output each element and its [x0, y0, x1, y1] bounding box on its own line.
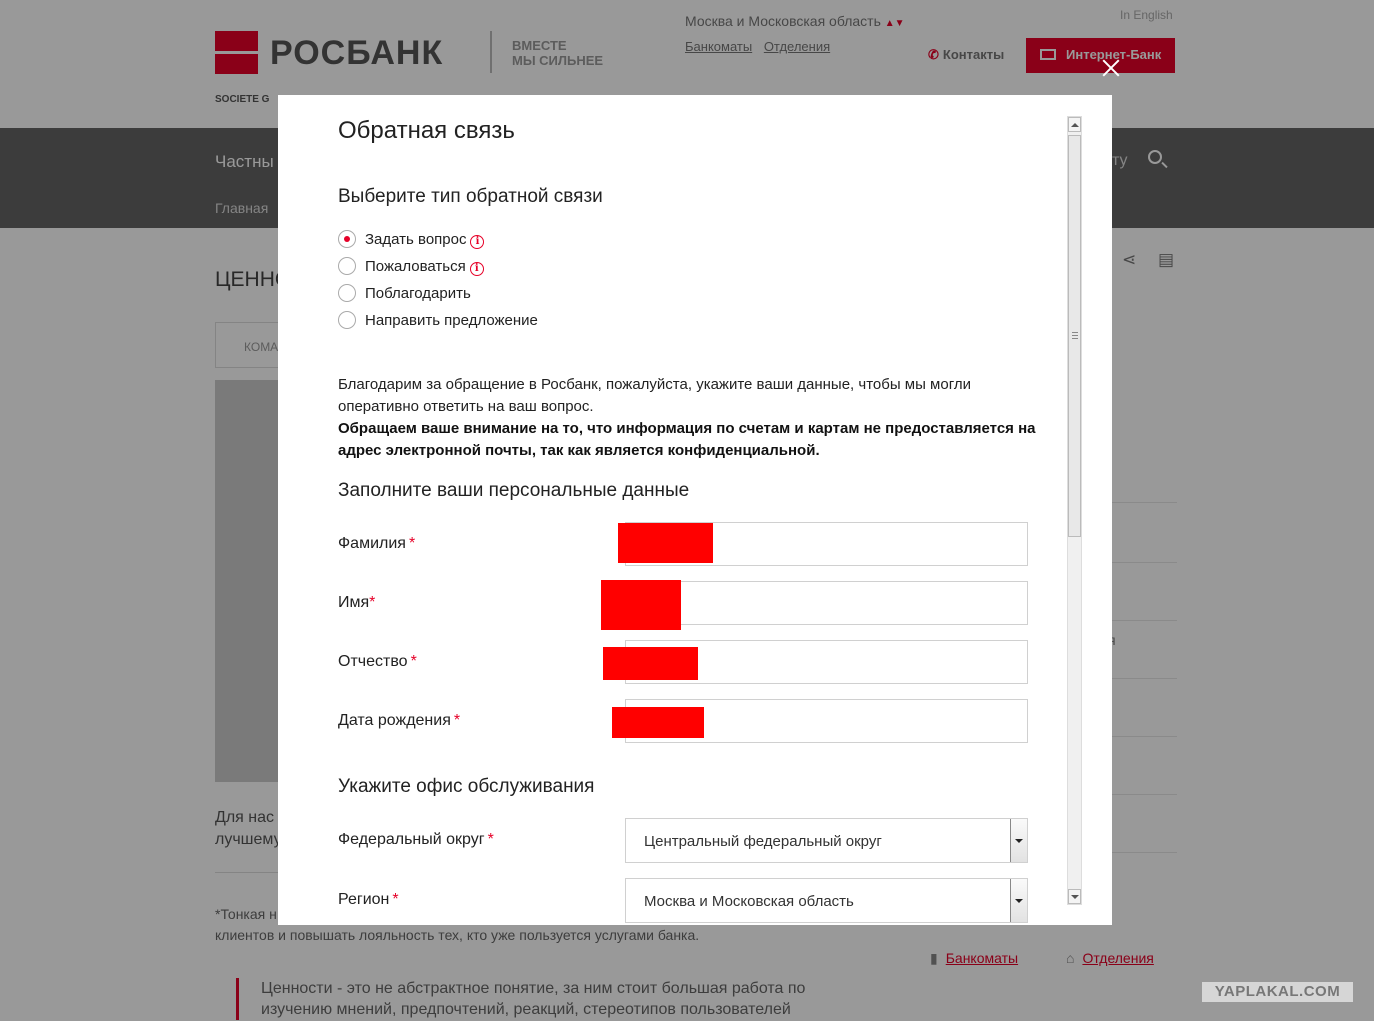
radio-label: Пожаловаться	[365, 258, 466, 275]
redaction-mark	[612, 707, 704, 738]
scroll-thumb[interactable]	[1068, 135, 1081, 537]
chevron-down-icon[interactable]	[1010, 819, 1027, 862]
feedback-type-heading: Выберите тип обратной связи	[338, 186, 603, 207]
required-mark: *	[410, 653, 417, 670]
federal-district-label: Федеральный округ *	[338, 831, 494, 849]
radio-label: Направить предложение	[365, 312, 538, 329]
modal-title: Обратная связь	[338, 117, 515, 144]
radio-label-wrap: Пожаловаться i	[365, 258, 484, 276]
warning-note: Обращаем ваше внимание на то, что информ…	[338, 420, 1036, 459]
close-icon[interactable]	[1099, 56, 1123, 80]
last-name-label-text: Фамилия	[338, 535, 406, 552]
birth-date-label: Дата рождения *	[338, 712, 460, 730]
first-name-input[interactable]: н	[625, 581, 1028, 625]
office-heading: Укажите офис обслуживания	[338, 776, 595, 797]
region-value: Москва и Московская область	[644, 893, 854, 910]
info-icon[interactable]: i	[470, 235, 485, 249]
scroll-down-arrow-icon[interactable]	[1068, 889, 1081, 904]
watermark: YAPLAKAL.COM	[1201, 981, 1354, 1003]
radio-button[interactable]	[338, 257, 356, 275]
region-label-text: Регион	[338, 891, 390, 908]
first-name-label: Имя*	[338, 594, 375, 612]
patronymic-label: Отчество *	[338, 653, 417, 671]
required-mark: *	[408, 535, 416, 552]
grip-icon	[1072, 332, 1078, 339]
radio-button[interactable]	[338, 230, 356, 248]
required-mark: *	[369, 594, 376, 611]
modal-scrollbar[interactable]	[1067, 116, 1082, 905]
birth-date-label-text: Дата рождения	[338, 712, 451, 729]
scroll-up-arrow-icon[interactable]	[1068, 117, 1081, 132]
first-name-label-text: Имя	[338, 594, 370, 611]
required-mark: *	[487, 831, 494, 848]
info-icon[interactable]: i	[469, 262, 484, 276]
radio-label: Задать вопрос	[365, 231, 467, 248]
required-mark: *	[453, 712, 461, 729]
federal-district-select[interactable]: Центральный федеральный округ	[625, 818, 1028, 863]
redaction-mark	[603, 647, 698, 680]
patronymic-label-text: Отчество	[338, 653, 408, 670]
required-mark: *	[392, 891, 399, 908]
radio-button[interactable]	[338, 284, 356, 302]
region-select[interactable]: Москва и Московская область	[625, 878, 1028, 923]
info-note: Благодарим за обращение в Росбанк, пожал…	[338, 376, 971, 415]
federal-district-label-text: Федеральный округ	[338, 831, 485, 848]
radio-label: Поблагодарить	[365, 285, 471, 302]
redaction-mark	[618, 523, 713, 563]
region-label: Регион *	[338, 891, 399, 909]
redaction-mark	[601, 580, 681, 630]
radio-button[interactable]	[338, 311, 356, 329]
feedback-modal: Обратная связь Выберите тип обратной свя…	[278, 95, 1112, 925]
chevron-down-icon[interactable]	[1010, 879, 1027, 922]
federal-district-value: Центральный федеральный округ	[644, 833, 882, 850]
personal-data-heading: Заполните ваши персональные данные	[338, 480, 690, 501]
radio-label-wrap: Задать вопрос i	[365, 231, 485, 249]
last-name-label: Фамилия *	[338, 535, 415, 553]
